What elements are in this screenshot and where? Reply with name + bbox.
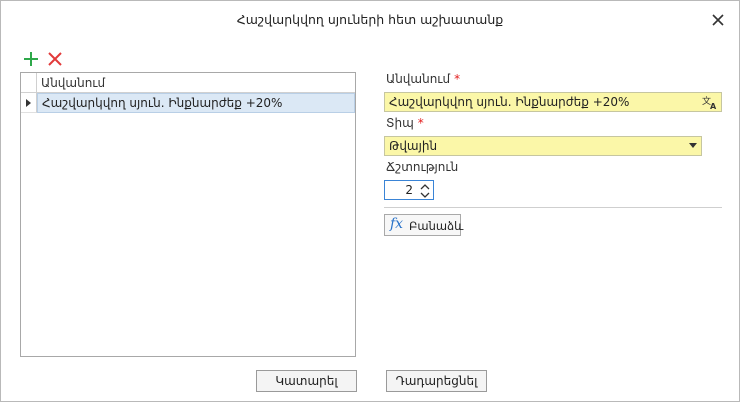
row-indicator: [21, 93, 37, 113]
ok-button[interactable]: Կատարել: [256, 370, 357, 392]
name-field-value: Հաշվարկվող սյուն. Ինքնարժեք +20%: [389, 95, 630, 109]
type-select-value: Թվային: [389, 139, 438, 153]
close-icon: [712, 14, 724, 26]
type-required-mark: *: [417, 116, 424, 130]
chevron-down-icon: [689, 143, 697, 148]
name-field[interactable]: Հաշվարկվող սյուն. Ինքնարժեք +20% 文 A: [384, 92, 722, 112]
translate-icon[interactable]: 文 A: [702, 95, 718, 110]
precision-stepper[interactable]: 2: [384, 180, 434, 200]
close-button[interactable]: [709, 11, 727, 29]
svg-text:A: A: [710, 102, 717, 110]
table-cell-name[interactable]: Հաշվարկվող սյուն. Ինքնարժեք +20%: [37, 93, 355, 113]
grid-column-header-name[interactable]: Անվանում: [41, 76, 105, 90]
formula-icon: fx: [390, 216, 404, 232]
grid-header: Անվանում: [21, 73, 355, 93]
section-divider: [384, 207, 722, 208]
type-select[interactable]: Թվային: [384, 136, 702, 156]
grid-corner: [21, 73, 37, 93]
type-label-text: Տիպ: [386, 116, 414, 130]
stepper-up-icon[interactable]: [419, 183, 431, 191]
formula-button-label: Բանաձև: [409, 219, 464, 233]
dialog-title: Հաշվարկվող սյուների հետ աշխատանք: [236, 12, 504, 27]
name-required-mark: *: [454, 72, 461, 86]
dialog-window: Հաշվարկվող սյուների հետ աշխատանք Անվանու…: [0, 0, 740, 402]
cancel-button[interactable]: Դադարեցնել: [386, 370, 487, 392]
precision-label: Ճշտություն: [386, 160, 459, 174]
delete-button[interactable]: [47, 51, 63, 67]
formula-button[interactable]: fx Բանաձև: [384, 214, 464, 236]
table-row[interactable]: Հաշվարկվող սյուն. Ինքնարժեք +20%: [21, 93, 355, 113]
type-label: Տիպ *: [386, 116, 424, 130]
delete-icon: [48, 52, 62, 66]
add-icon: [24, 52, 38, 66]
row-pointer-icon: [26, 99, 31, 107]
precision-value: 2: [405, 183, 413, 197]
name-label-text: Անվանում: [386, 72, 451, 86]
add-button[interactable]: [23, 51, 39, 67]
name-label: Անվանում *: [386, 72, 460, 86]
dialog-titlebar: Հաշվարկվող սյուների հետ աշխատանք: [1, 1, 739, 39]
stepper-down-icon[interactable]: [419, 191, 431, 199]
columns-grid: Անվանում Հաշվարկվող սյուն. Ինքնարժեք +20…: [20, 72, 356, 357]
